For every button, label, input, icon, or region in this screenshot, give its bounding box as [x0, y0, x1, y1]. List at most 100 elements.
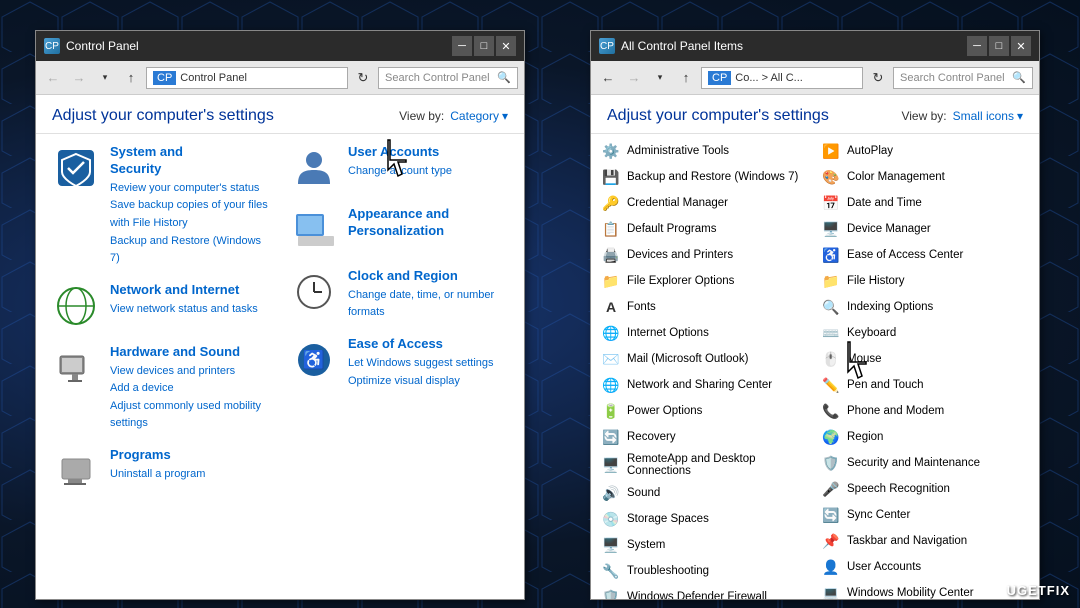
item-internet-options[interactable]: 🌐Internet Options: [595, 320, 815, 346]
view-by-1: View by: Category ▾: [399, 109, 508, 123]
cat-title-ease[interactable]: Ease of Access: [348, 336, 494, 353]
cat-link-clock-1[interactable]: Change date, time, or number formats: [348, 287, 508, 322]
cat-title-user[interactable]: User Accounts: [348, 144, 452, 161]
item-power-options[interactable]: 🔋Power Options: [595, 398, 815, 424]
item-sound[interactable]: 🔊Sound: [595, 480, 815, 506]
file-history-icon: 📁: [821, 271, 841, 291]
cat-content-security: System andSecurity Review your computer'…: [110, 144, 270, 268]
cat-link-user-1[interactable]: Change account type: [348, 163, 452, 181]
mail-icon: ✉️: [601, 349, 621, 369]
item-remoteapp[interactable]: 🖥️RemoteApp and Desktop Connections: [595, 450, 815, 480]
item-security-maintenance[interactable]: 🛡️Security and Maintenance: [815, 450, 1035, 476]
indexing-icon: 🔍: [821, 297, 841, 317]
cat-title-network[interactable]: Network and Internet: [110, 282, 258, 299]
item-mouse[interactable]: 🖱️Mouse: [815, 346, 1035, 372]
item-pen-touch[interactable]: ✏️Pen and Touch: [815, 372, 1035, 398]
item-user-accounts[interactable]: 👤User Accounts: [815, 554, 1035, 580]
item-autoplay[interactable]: ▶️AutoPlay: [815, 138, 1035, 164]
item-system[interactable]: 🖥️System: [595, 532, 815, 558]
cat-title-hardware[interactable]: Hardware and Sound: [110, 344, 270, 361]
up-btn-2[interactable]: ↑: [675, 67, 697, 89]
item-default-programs[interactable]: 📋Default Programs: [595, 216, 815, 242]
item-mail-outlook[interactable]: ✉️Mail (Microsoft Outlook): [595, 346, 815, 372]
item-windows-defender[interactable]: 🛡️Windows Defender Firewall: [595, 584, 815, 599]
cat-system-security: System andSecurity Review your computer'…: [52, 144, 270, 268]
back-btn-1[interactable]: ←: [42, 67, 64, 89]
cat-link-security-3[interactable]: Backup and Restore (Windows 7): [110, 233, 270, 268]
recent-btn-2[interactable]: ▾: [649, 67, 671, 89]
item-fonts[interactable]: AFonts: [595, 294, 815, 320]
hardware-icon: [52, 344, 100, 392]
cat-title-appearance[interactable]: Appearance andPersonalization: [348, 206, 449, 240]
maximize-btn-2[interactable]: □: [989, 36, 1009, 56]
appearance-icon: [290, 206, 338, 254]
forward-btn-2[interactable]: →: [623, 67, 645, 89]
back-btn-2[interactable]: ←: [597, 67, 619, 89]
item-devices-printers[interactable]: 🖨️Devices and Printers: [595, 242, 815, 268]
item-file-history[interactable]: 📁File History: [815, 268, 1035, 294]
search-bar-2[interactable]: Search Control Panel 🔍: [893, 67, 1033, 89]
recent-btn-1[interactable]: ▾: [94, 67, 116, 89]
view-by-value-2[interactable]: Small icons ▾: [953, 109, 1023, 123]
item-backup-restore[interactable]: 💾Backup and Restore (Windows 7): [595, 164, 815, 190]
refresh-btn-1[interactable]: ↻: [352, 67, 374, 89]
cat-link-programs-1[interactable]: Uninstall a program: [110, 466, 205, 484]
refresh-btn-2[interactable]: ↻: [867, 67, 889, 89]
cat-title-security[interactable]: System andSecurity: [110, 144, 270, 178]
minimize-btn-2[interactable]: ─: [967, 36, 987, 56]
cat-user-accounts: User Accounts Change account type: [290, 144, 508, 192]
item-device-manager[interactable]: 🖥️Device Manager: [815, 216, 1035, 242]
window1-title: Control Panel: [66, 39, 452, 53]
cat-title-clock[interactable]: Clock and Region: [348, 268, 508, 285]
window1-content-title: Adjust your computer's settings: [52, 107, 274, 125]
item-indexing-opts[interactable]: 🔍Indexing Options: [815, 294, 1035, 320]
item-network-sharing[interactable]: 🌐Network and Sharing Center: [595, 372, 815, 398]
close-btn-1[interactable]: ✕: [496, 36, 516, 56]
item-ease-access[interactable]: ♿Ease of Access Center: [815, 242, 1035, 268]
item-file-explorer-opts[interactable]: 📁File Explorer Options: [595, 268, 815, 294]
item-windows-mobility[interactable]: 💻Windows Mobility Center: [815, 580, 1035, 599]
minimize-btn-1[interactable]: ─: [452, 36, 472, 56]
search-placeholder-2: Search Control Panel: [900, 72, 1012, 84]
breadcrumb-2: CP Co... > All C...: [701, 67, 863, 89]
cat-link-security-2[interactable]: Save backup copies of your files with Fi…: [110, 197, 270, 232]
cat-link-hardware-3[interactable]: Adjust commonly used mobility settings: [110, 398, 270, 433]
window-control-panel: CP Control Panel ─ □ ✕ ← → ▾ ↑ CP Contro…: [35, 30, 525, 600]
cat-title-programs[interactable]: Programs: [110, 447, 205, 464]
view-by-value-1[interactable]: Category ▾: [450, 109, 508, 123]
ease-access-icon-sm: ♿: [821, 245, 841, 265]
maximize-btn-1[interactable]: □: [474, 36, 494, 56]
item-sync-center[interactable]: 🔄Sync Center: [815, 502, 1035, 528]
up-btn-1[interactable]: ↑: [120, 67, 142, 89]
item-storage-spaces[interactable]: 💿Storage Spaces: [595, 506, 815, 532]
item-phone-modem[interactable]: 📞Phone and Modem: [815, 398, 1035, 424]
cat-link-security-1[interactable]: Review your computer's status: [110, 180, 270, 198]
item-speech-recognition[interactable]: 🎤Speech Recognition: [815, 476, 1035, 502]
item-keyboard[interactable]: ⌨️Keyboard: [815, 320, 1035, 346]
cat-link-ease-2[interactable]: Optimize visual display: [348, 373, 494, 391]
item-admin-tools[interactable]: ⚙️Administrative Tools: [595, 138, 815, 164]
storage-spaces-icon: 💿: [601, 509, 621, 529]
item-taskbar-nav[interactable]: 📌Taskbar and Navigation: [815, 528, 1035, 554]
search-bar-1[interactable]: Search Control Panel 🔍: [378, 67, 518, 89]
forward-btn-1[interactable]: →: [68, 67, 90, 89]
item-region[interactable]: 🌍Region: [815, 424, 1035, 450]
close-btn-2[interactable]: ✕: [1011, 36, 1031, 56]
window2-content-title: Adjust your computer's settings: [607, 107, 829, 125]
window1-icon: CP: [44, 38, 60, 54]
search-icon-1[interactable]: 🔍: [497, 71, 511, 84]
cat-link-hardware-1[interactable]: View devices and printers: [110, 363, 270, 381]
item-credential-mgr[interactable]: 🔑Credential Manager: [595, 190, 815, 216]
troubleshooting-icon: 🔧: [601, 561, 621, 581]
item-recovery[interactable]: 🔄Recovery: [595, 424, 815, 450]
item-color-mgmt[interactable]: 🎨Color Management: [815, 164, 1035, 190]
cat-link-ease-1[interactable]: Let Windows suggest settings: [348, 355, 494, 373]
cat-link-hardware-2[interactable]: Add a device: [110, 380, 270, 398]
item-troubleshooting[interactable]: 🔧Troubleshooting: [595, 558, 815, 584]
cat-content-clock: Clock and Region Change date, time, or n…: [348, 268, 508, 322]
cat-link-network-1[interactable]: View network status and tasks: [110, 301, 258, 319]
search-icon-2[interactable]: 🔍: [1012, 71, 1026, 84]
network-sharing-icon: 🌐: [601, 375, 621, 395]
cat-appearance: Appearance andPersonalization: [290, 206, 508, 254]
item-date-time[interactable]: 📅Date and Time: [815, 190, 1035, 216]
